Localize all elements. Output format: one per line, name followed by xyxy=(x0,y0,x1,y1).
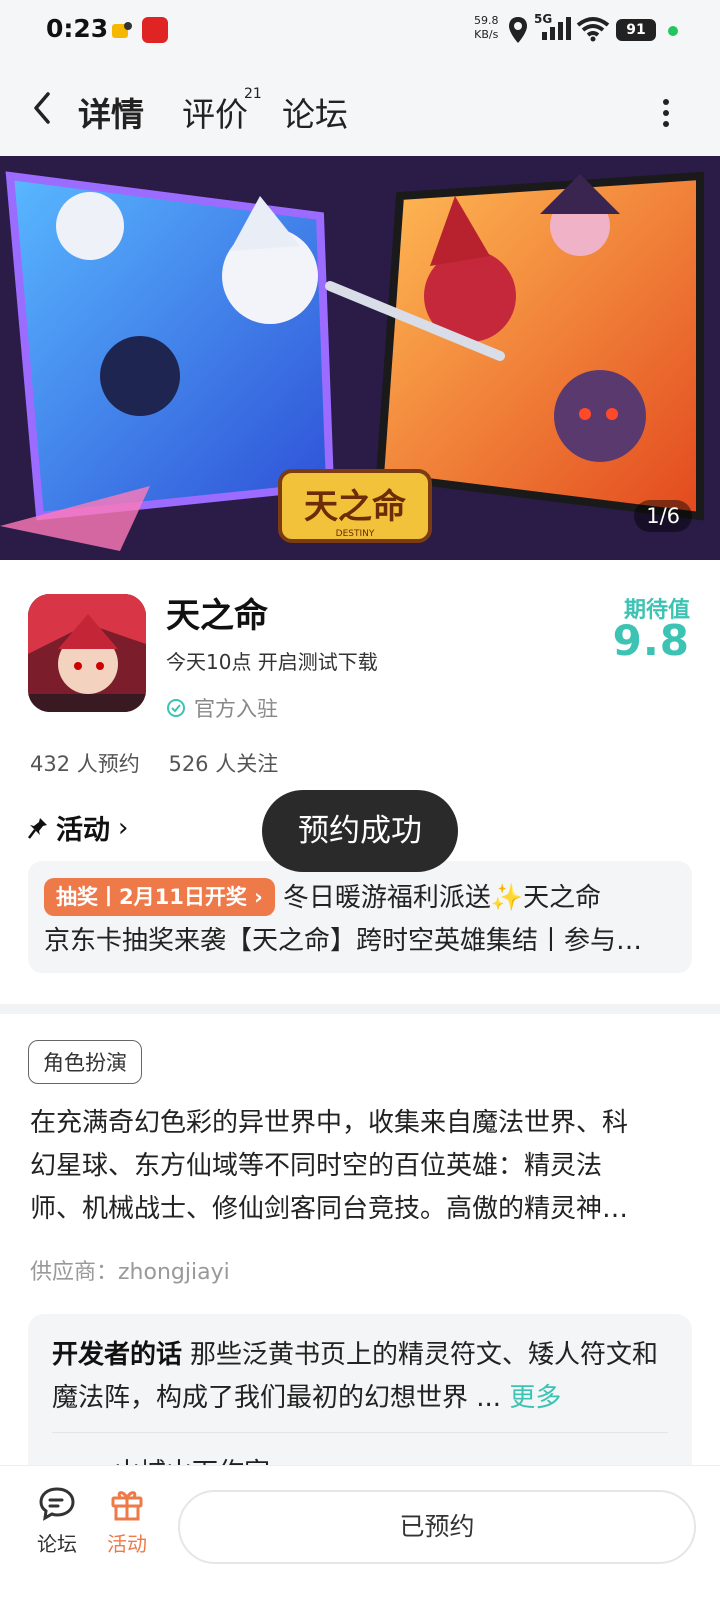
follow-count: 526 人关注 xyxy=(168,752,279,776)
bottom-action-bar: 论坛 活动 已预约 xyxy=(0,1465,720,1600)
activity-label: 活动 xyxy=(56,815,110,846)
signal-icon xyxy=(542,17,571,40)
tab-details[interactable]: 详情 xyxy=(76,88,146,136)
toast-message: 预约成功 xyxy=(262,790,458,872)
status-dot xyxy=(668,26,678,36)
game-description[interactable]: 在充满奇幻色彩的异世界中，收集来自魔法世界、科 幻星球、东方仙域等不同时空的百位… xyxy=(30,1102,694,1231)
developer-divider xyxy=(52,1432,668,1433)
verified-check-icon xyxy=(167,699,185,717)
activity-card[interactable]: 抽奖丨2月11日开奖 › 冬日暖游福利派送✨天之命 京东卡抽奖来袭【天之命】跨时空… xyxy=(28,861,692,973)
pin-icon xyxy=(28,817,47,839)
more-options-icon[interactable] xyxy=(660,98,672,128)
app-notification-icon xyxy=(112,22,132,38)
tab-forum[interactable]: 论坛 xyxy=(282,88,348,136)
developer-note: 开发者的话 那些泛黄书页上的精灵符文、矮人符文和魔法阵，构成了我们最初的幻想世界 … xyxy=(52,1340,659,1413)
network-speed: 59.8 KB/s xyxy=(474,14,499,41)
game-stats: 432 人预约 526 人关注 xyxy=(30,748,300,778)
banner-logo-sub: DESTINY xyxy=(336,529,375,539)
reviews-count: 21 xyxy=(244,86,262,102)
app-notification-icon-2 xyxy=(142,17,168,43)
game-release-info: 今天10点 开启测试下载 xyxy=(166,650,378,674)
supplier-info: 供应商：zhongjiayi xyxy=(30,1260,230,1285)
section-divider xyxy=(0,1004,720,1014)
banner-page-counter: 1/6 xyxy=(634,500,692,532)
banner-logo: 天之命 xyxy=(304,487,406,527)
activity-header[interactable]: 活动 › xyxy=(28,808,128,847)
activity-line-1: 冬日暖游福利派送✨天之命 xyxy=(282,883,602,913)
activity-line-2: 京东卡抽奖来袭【天之命】跨时空英雄集结丨参与… xyxy=(44,926,643,956)
tab-reviews[interactable]: 评价 xyxy=(182,88,248,136)
genre-tag[interactable]: 角色扮演 xyxy=(28,1040,142,1084)
game-title: 天之命 xyxy=(166,596,268,636)
reserved-button[interactable]: 已预约 xyxy=(178,1490,696,1564)
expectation-score: 9.8 xyxy=(612,616,690,665)
lottery-badge: 抽奖丨2月11日开奖 › xyxy=(44,878,275,916)
forum-button[interactable]: 论坛 xyxy=(22,1486,92,1557)
reservation-count: 432 人预约 xyxy=(30,752,140,776)
banner-carousel[interactable]: 天之命 DESTINY 1/6 xyxy=(0,156,720,560)
chevron-right-icon: › xyxy=(118,812,129,843)
chat-bubble-icon xyxy=(39,1487,75,1521)
battery-indicator: 91 xyxy=(616,19,656,41)
gift-icon xyxy=(111,1491,143,1521)
game-icon xyxy=(28,594,146,712)
top-navigation: 详情 评价 21 论坛 xyxy=(0,62,720,156)
location-icon xyxy=(509,17,527,43)
wifi-icon xyxy=(576,17,610,42)
status-time: 0:23 xyxy=(46,14,109,43)
developer-note-heading: 开发者的话 xyxy=(52,1340,183,1370)
back-arrow-icon[interactable] xyxy=(28,90,58,126)
status-bar: 0:23 59.8 KB/s 5G 91 xyxy=(0,0,720,62)
banner-artwork: 天之命 DESTINY xyxy=(0,156,720,560)
more-link[interactable]: 更多 xyxy=(509,1383,561,1413)
activity-button[interactable]: 活动 xyxy=(92,1486,162,1557)
official-badge: 官方入驻 xyxy=(166,693,278,723)
